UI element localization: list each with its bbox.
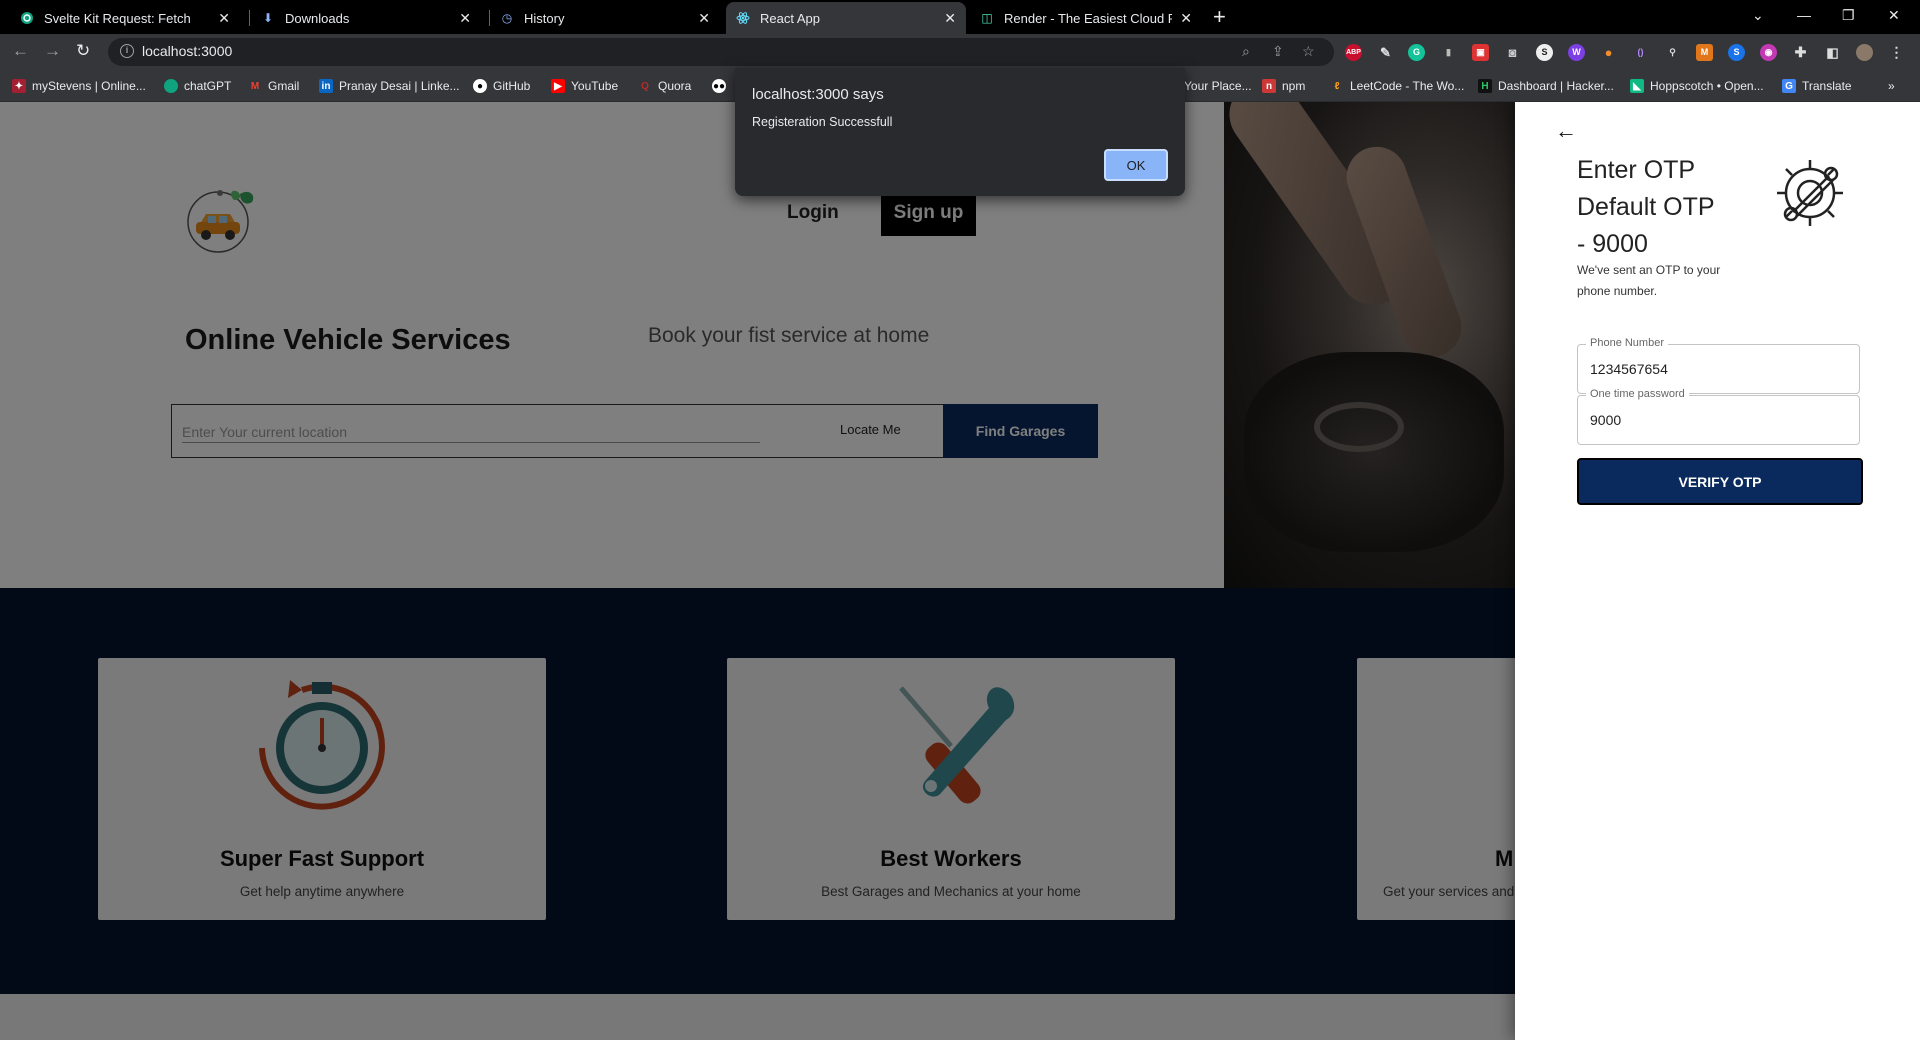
tab-svelte[interactable]: Svelte Kit Request: Fetch ✕: [10, 2, 240, 34]
tab-render[interactable]: ◫ Render - The Easiest Cloud For All ✕: [970, 2, 1202, 34]
menu-kebab-icon[interactable]: ⋮: [1888, 44, 1905, 61]
tab-downloads[interactable]: ⬇ Downloads ✕: [251, 2, 481, 34]
bookmark-item[interactable]: Your Place...: [1184, 76, 1252, 96]
gear-wrench-icon: [1771, 154, 1849, 232]
close-icon[interactable]: ✕: [218, 10, 230, 27]
close-icon[interactable]: ✕: [944, 10, 956, 27]
tab-react-app[interactable]: React App ✕: [726, 2, 966, 34]
react-icon: [736, 11, 750, 25]
bookmark-item[interactable]: chatGPT: [164, 76, 231, 96]
phone-number-field[interactable]: Phone Number 1234567654: [1577, 337, 1860, 394]
tab-title: React App: [760, 10, 820, 26]
tab-history[interactable]: ◷ History ✕: [490, 2, 720, 34]
share-icon[interactable]: ⇪: [1272, 43, 1284, 60]
reload-icon[interactable]: ↻: [76, 40, 90, 62]
pen-extension-icon[interactable]: ✎: [1377, 44, 1394, 61]
grammarly-icon[interactable]: G: [1408, 44, 1425, 61]
bookmark-item[interactable]: Q Quora: [638, 76, 691, 96]
forward-nav-icon[interactable]: →: [44, 40, 61, 62]
otp-title: Enter OTP Default OTP - 9000: [1577, 156, 1715, 258]
phone-number-label: Phone Number: [1586, 337, 1668, 349]
address-bar[interactable]: i localhost:3000 ⌕ ⇪ ☆: [108, 38, 1334, 66]
extension-icon[interactable]: ▣: [1472, 44, 1489, 61]
bookmark-item[interactable]: in Pranay Desai | Linke...: [319, 76, 460, 96]
back-arrow-icon[interactable]: ←: [1555, 118, 1577, 144]
zoom-icon[interactable]: ⌕: [1242, 43, 1250, 60]
puzzle-icon[interactable]: ✚: [1792, 44, 1809, 61]
extension-icon[interactable]: ◉: [1760, 44, 1777, 61]
bookmark-item[interactable]: ◣ Hoppscotch • Open...: [1630, 76, 1764, 96]
avatar[interactable]: [1856, 44, 1873, 61]
bookmark-item[interactable]: G Translate: [1782, 76, 1852, 96]
url-text: localhost:3000: [142, 43, 233, 59]
extension-icon[interactable]: ⚲: [1664, 44, 1681, 61]
bookmark-item[interactable]: H Dashboard | Hacker...: [1478, 76, 1614, 96]
close-icon[interactable]: ✕: [698, 10, 710, 27]
otp-field[interactable]: One time password 9000: [1577, 388, 1860, 445]
camera-icon[interactable]: ◙: [1504, 44, 1521, 61]
bookmark-item[interactable]: ●●: [712, 76, 732, 96]
adblock-icon[interactable]: ABP: [1345, 44, 1362, 61]
phone-number-value: 1234567654: [1590, 361, 1668, 377]
minimize-icon[interactable]: —: [1797, 4, 1811, 26]
site-info-icon[interactable]: i: [120, 44, 134, 58]
otp-value: 9000: [1590, 412, 1622, 428]
tab-search-icon[interactable]: ⌄: [1752, 4, 1764, 26]
close-icon[interactable]: ✕: [459, 10, 471, 27]
restore-icon[interactable]: ❐: [1842, 4, 1855, 26]
bookmark-item[interactable]: M Gmail: [248, 76, 300, 96]
page-viewport: Login Sign up Online Vehicle Services Bo…: [0, 102, 1920, 1040]
tab-title: History: [524, 10, 565, 26]
fire-icon[interactable]: ●: [1600, 44, 1617, 61]
new-tab-button[interactable]: +: [1213, 4, 1226, 30]
chatgpt-icon: [20, 11, 34, 25]
extension-icon[interactable]: ▮: [1440, 44, 1457, 61]
otp-label: One time password: [1586, 388, 1689, 400]
bookmark-item[interactable]: ● GitHub: [473, 76, 530, 96]
browser-toolbar: ← → ↻ i localhost:3000 ⌕ ⇪ ☆ ABP ✎ G ▮ ▣…: [0, 34, 1920, 70]
tab-title: Downloads: [285, 10, 350, 26]
alert-dialog: localhost:3000 says Registeration Succes…: [735, 68, 1185, 196]
alert-message: Registeration Successfull: [752, 115, 893, 129]
otp-drawer: ← Enter OTP Default OTP - 9000 We've sen…: [1515, 102, 1920, 1040]
extension-icon[interactable]: W: [1568, 44, 1585, 61]
sidepanel-icon[interactable]: ◧: [1824, 44, 1841, 61]
alert-ok-button[interactable]: OK: [1104, 149, 1168, 181]
extension-icon[interactable]: S: [1728, 44, 1745, 61]
render-icon: ◫: [981, 11, 993, 25]
close-icon[interactable]: ✕: [1180, 10, 1192, 27]
window-close-icon[interactable]: ✕: [1888, 4, 1900, 26]
code-icon[interactable]: (): [1632, 44, 1649, 61]
modal-backdrop[interactable]: [0, 102, 1516, 1040]
bookmark-item[interactable]: ✦ myStevens | Online...: [12, 76, 146, 96]
tab-title: Render - The Easiest Cloud For All: [1004, 10, 1173, 26]
verify-otp-button[interactable]: VERIFY OTP: [1577, 458, 1863, 505]
metamask-icon[interactable]: M: [1696, 44, 1713, 61]
back-nav-icon[interactable]: ←: [12, 40, 29, 62]
download-icon: ⬇: [262, 11, 274, 25]
tab-strip: Svelte Kit Request: Fetch ✕ ⬇ Downloads …: [0, 0, 1920, 34]
otp-message: We've sent an OTP to your phone number.: [1577, 263, 1721, 298]
alert-title: localhost:3000 says: [752, 86, 884, 103]
bookmark-star-icon[interactable]: ☆: [1302, 43, 1315, 60]
bookmark-item[interactable]: n npm: [1262, 76, 1305, 96]
tab-title: Svelte Kit Request: Fetch: [44, 10, 191, 26]
bookmark-item[interactable]: ▶ YouTube: [551, 76, 618, 96]
s-extension-icon[interactable]: S: [1536, 44, 1553, 61]
history-icon: ◷: [501, 11, 513, 25]
bookmark-item[interactable]: ℓ LeetCode - The Wo...: [1330, 76, 1465, 96]
bookmarks-overflow-icon[interactable]: »: [1888, 76, 1895, 96]
